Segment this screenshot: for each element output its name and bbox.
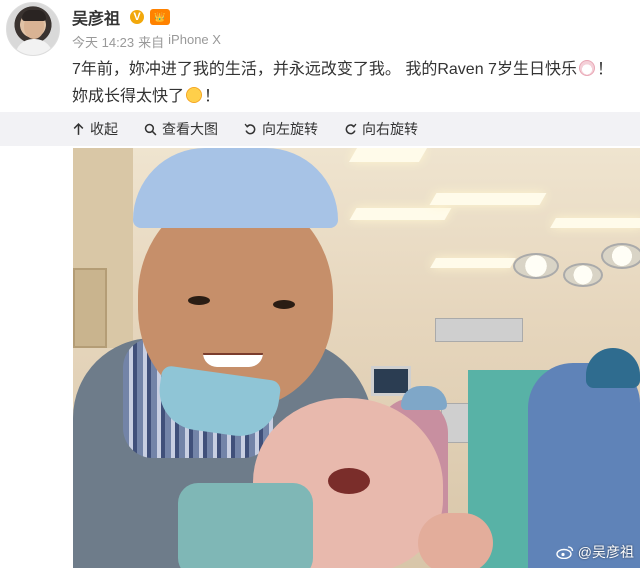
source-prefix: 来自 — [138, 35, 165, 50]
vip-badge-icon[interactable]: 👑 — [150, 9, 171, 25]
view-large-label: 查看大图 — [162, 121, 218, 137]
photo-surgeon — [528, 363, 640, 568]
photo-nurse-cap — [401, 386, 447, 410]
weibo-icon — [556, 546, 573, 559]
rotate-left-button[interactable]: 向左旋转 — [244, 119, 318, 139]
collapse-arrow-icon — [73, 122, 84, 135]
photo-father-eye — [188, 296, 210, 305]
collapse-label: 收起 — [90, 121, 118, 137]
photo-baby-hand — [418, 513, 493, 568]
weibo-post: 吴彦祖 V 👑 今天 14:23 来自 iPhone X 7年前，妳冲进了我的生… — [0, 0, 640, 568]
photo-baby-mouth — [328, 468, 370, 494]
photo-ceiling-light — [348, 148, 428, 162]
photo-equipment-shelf — [435, 318, 523, 342]
photo-surgical-lamp — [563, 263, 603, 287]
rotate-right-icon — [345, 123, 357, 134]
post-time[interactable]: 今天 14:23 — [72, 32, 134, 51]
verified-icon: V — [130, 10, 145, 24]
view-large-button[interactable]: 查看大图 — [144, 119, 218, 139]
photo-father-surgical-cap — [133, 148, 338, 228]
photo-door — [73, 268, 107, 348]
photo-ceiling-light — [550, 218, 640, 228]
post-meta: 今天 14:23 来自 iPhone X — [72, 32, 221, 51]
author-name[interactable]: 吴彦祖 — [72, 5, 120, 29]
photo-ceiling-light — [430, 258, 516, 268]
photo-towel — [178, 483, 313, 568]
photo-surgical-lamp — [601, 243, 640, 269]
avatar[interactable] — [6, 2, 60, 56]
post-text-part3: ！ — [204, 88, 221, 105]
image-toolbar: 收起 查看大图 向左旋转 向右旋转 — [0, 112, 640, 146]
rotate-left-icon — [244, 123, 256, 134]
photo-father-eye — [273, 300, 295, 309]
rotate-right-label: 向右旋转 — [362, 121, 418, 137]
collapse-button[interactable]: 收起 — [72, 119, 118, 139]
photo-ceiling-light — [429, 193, 547, 205]
photo-father-smile — [203, 353, 263, 367]
smiling-face-with-hearts-emoji-icon — [186, 87, 203, 103]
author-row: 吴彦祖 V 👑 — [72, 5, 171, 29]
post-photo[interactable]: @吴彦祖 — [73, 148, 640, 568]
post-text-part1: 7年前，妳冲进了我的生活，并永远改变了我。 我的Raven 7岁生日快乐 — [72, 61, 577, 78]
post-source: iPhone X — [168, 32, 221, 47]
post-text: 7年前，妳冲进了我的生活，并永远改变了我。 我的Raven 7岁生日快乐！ 妳成… — [72, 56, 632, 110]
photo-ceiling-light — [349, 208, 452, 220]
photo-surgical-lamp — [513, 253, 559, 279]
photo-watermark: @吴彦祖 — [556, 542, 634, 562]
watermark-text: @吴彦祖 — [577, 544, 634, 560]
avatar-hair — [22, 10, 46, 21]
rotate-left-label: 向左旋转 — [262, 121, 318, 137]
photo-surgeon-cap — [586, 348, 640, 388]
cake-emoji-icon — [578, 60, 595, 76]
search-icon — [144, 123, 157, 135]
rotate-right-button[interactable]: 向右旋转 — [344, 119, 418, 139]
avatar-shirt — [15, 39, 53, 55]
